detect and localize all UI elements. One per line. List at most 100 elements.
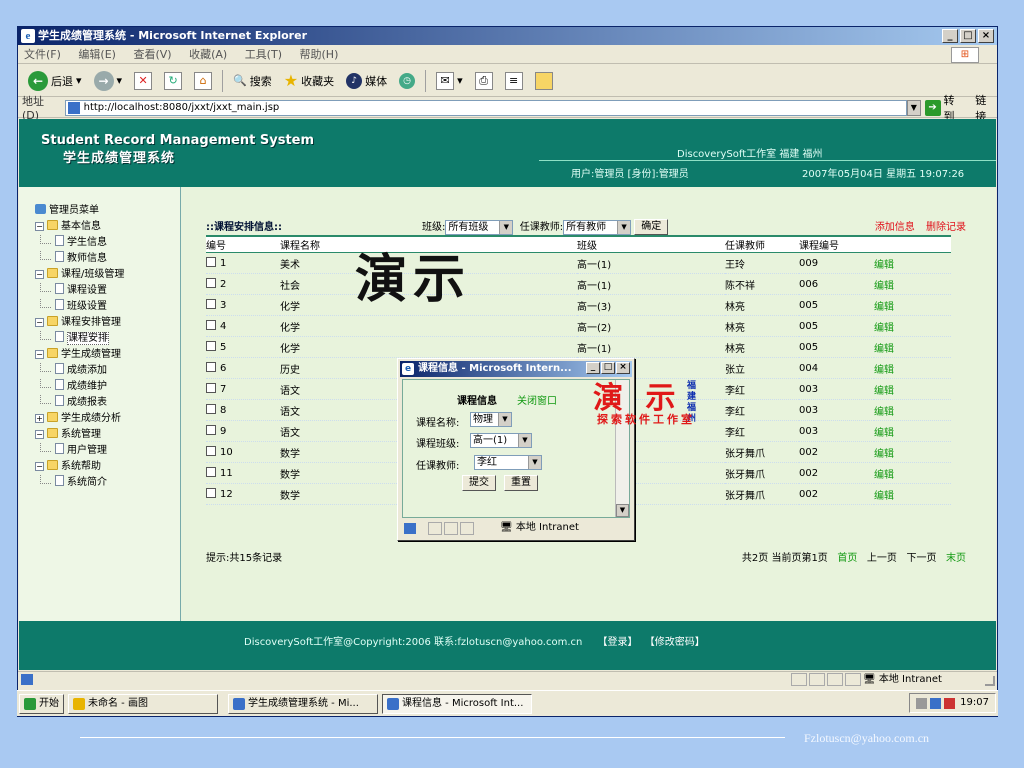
- tree-toggle-icon[interactable]: −: [35, 270, 44, 279]
- tree-toggle-icon[interactable]: −: [35, 350, 44, 359]
- menu-item[interactable]: 课程安排: [35, 331, 124, 347]
- filter-ok-button[interactable]: 确定: [634, 219, 669, 235]
- menu-favorites[interactable]: 收藏(A): [189, 48, 227, 61]
- cell-edit[interactable]: 编辑: [874, 483, 951, 505]
- start-button[interactable]: 开始: [19, 693, 64, 714]
- cell-edit-text[interactable]: 编辑: [874, 260, 894, 271]
- mail-button[interactable]: ✉ ▾: [432, 69, 467, 93]
- row-checkbox[interactable]: [206, 467, 216, 477]
- cell-edit[interactable]: 编辑: [874, 294, 951, 316]
- menu-item[interactable]: 成绩报表: [35, 395, 124, 411]
- search-button[interactable]: 🔍 搜索: [229, 69, 276, 93]
- forward-button[interactable]: → ▾: [90, 69, 127, 93]
- row-checkbox[interactable]: [206, 446, 216, 456]
- menu-group[interactable]: − 学生成绩管理: [35, 347, 124, 363]
- first-page-link[interactable]: 首页: [837, 553, 857, 564]
- cell-edit[interactable]: 编辑: [874, 420, 951, 442]
- last-page-link[interactable]: 末页: [946, 553, 966, 564]
- history-button[interactable]: ◷: [395, 69, 419, 93]
- row-checkbox[interactable]: [206, 257, 216, 267]
- volume-icon[interactable]: [944, 698, 956, 709]
- refresh-button[interactable]: ↻: [160, 69, 186, 93]
- menu-view[interactable]: 查看(V): [133, 48, 171, 61]
- cell-edit[interactable]: 编辑: [874, 462, 951, 484]
- course-name-select[interactable]: 物理 ▼: [470, 412, 512, 427]
- class-filter-select[interactable]: 所有班级 ▼: [445, 219, 514, 235]
- cell-edit[interactable]: 编辑: [874, 315, 951, 337]
- menu-item[interactable]: 课程设置: [35, 283, 124, 299]
- row-checkbox[interactable]: [206, 320, 216, 330]
- stop-button[interactable]: ✕: [130, 69, 156, 93]
- menu-tools[interactable]: 工具(T): [245, 48, 282, 61]
- menu-group[interactable]: − 课程/班级管理: [35, 267, 124, 283]
- resize-grip-icon[interactable]: [985, 676, 995, 686]
- prev-page-link[interactable]: 上一页: [867, 553, 897, 564]
- menu-file[interactable]: 文件(F): [24, 48, 61, 61]
- menu-root[interactable]: 管理员菜单: [35, 203, 124, 219]
- menu-item[interactable]: 班级设置: [35, 299, 124, 315]
- row-checkbox[interactable]: [206, 278, 216, 288]
- cell-edit-text[interactable]: 编辑: [874, 302, 894, 313]
- task-paint[interactable]: 未命名 - 画图: [68, 693, 218, 714]
- cell-edit-text[interactable]: 编辑: [874, 365, 894, 376]
- task-popup-window[interactable]: 课程信息 - Microsoft Int...: [382, 693, 532, 714]
- tree-toggle-icon[interactable]: −: [35, 318, 44, 327]
- row-checkbox[interactable]: [206, 362, 216, 372]
- keyboard-icon[interactable]: [916, 698, 928, 709]
- print-button[interactable]: ⎙: [471, 69, 497, 93]
- row-checkbox[interactable]: [206, 404, 216, 414]
- teacher-select[interactable]: 李红 ▼: [474, 455, 542, 470]
- menu-item[interactable]: 成绩添加: [35, 363, 124, 379]
- cell-edit[interactable]: 编辑: [874, 441, 951, 463]
- cell-edit[interactable]: 编辑: [874, 336, 951, 358]
- row-checkbox[interactable]: [206, 425, 216, 435]
- cell-edit-text[interactable]: 编辑: [874, 428, 894, 439]
- address-input[interactable]: http://localhost:8080/jxxt/jxxt_main.jsp: [64, 99, 907, 116]
- cell-edit[interactable]: 编辑: [874, 378, 951, 400]
- tree-toggle-icon[interactable]: −: [35, 430, 44, 439]
- close-button[interactable]: ×: [978, 29, 994, 43]
- menu-group[interactable]: + 学生成绩分析: [35, 411, 124, 427]
- folder-button[interactable]: [531, 69, 557, 93]
- cell-edit-text[interactable]: 编辑: [874, 449, 894, 460]
- add-info-link[interactable]: 添加信息: [875, 222, 915, 233]
- address-dropdown-icon[interactable]: ▼: [906, 99, 921, 116]
- teacher-filter-select[interactable]: 所有教师 ▼: [563, 219, 632, 235]
- menu-group[interactable]: − 系统帮助: [35, 459, 124, 475]
- course-class-select[interactable]: 高一(1) ▼: [470, 433, 532, 448]
- network-icon[interactable]: [930, 698, 942, 709]
- row-checkbox[interactable]: [206, 383, 216, 393]
- reset-button[interactable]: 重置: [504, 475, 538, 491]
- delete-record-link[interactable]: 删除记录: [926, 222, 966, 233]
- menu-item[interactable]: 学生信息: [35, 235, 124, 251]
- menu-help[interactable]: 帮助(H): [300, 48, 339, 61]
- next-page-link[interactable]: 下一页: [906, 553, 936, 564]
- close-window-link[interactable]: 关闭窗口: [517, 392, 557, 407]
- menu-item[interactable]: 教师信息: [35, 251, 124, 267]
- cell-edit[interactable]: 编辑: [874, 252, 951, 274]
- back-button[interactable]: ← 后退 ▾: [24, 69, 86, 93]
- cell-edit-text[interactable]: 编辑: [874, 344, 894, 355]
- submit-button[interactable]: 提交: [462, 475, 496, 491]
- menu-item[interactable]: 系统简介: [35, 475, 124, 491]
- cell-edit-text[interactable]: 编辑: [874, 323, 894, 334]
- menu-item[interactable]: 成绩维护: [35, 379, 124, 395]
- tree-toggle-icon[interactable]: +: [35, 414, 44, 423]
- minimize-button[interactable]: _: [942, 29, 958, 43]
- row-checkbox[interactable]: [206, 341, 216, 351]
- change-password-link[interactable]: 【修改密码】: [645, 637, 705, 648]
- go-arrow-icon[interactable]: ➔: [924, 99, 941, 116]
- login-link[interactable]: 【登录】: [598, 637, 638, 648]
- media-button[interactable]: ♪ 媒体: [342, 69, 391, 93]
- row-checkbox[interactable]: [206, 488, 216, 498]
- edit-page-button[interactable]: ≡: [501, 69, 527, 93]
- favorites-button[interactable]: ★ 收藏夹: [280, 69, 338, 93]
- maximize-button[interactable]: □: [960, 29, 976, 43]
- menu-group[interactable]: − 系统管理: [35, 427, 124, 443]
- cell-edit-text[interactable]: 编辑: [874, 470, 894, 481]
- cell-edit[interactable]: 编辑: [874, 399, 951, 421]
- cell-edit[interactable]: 编辑: [874, 273, 951, 295]
- tree-toggle-icon[interactable]: −: [35, 222, 44, 231]
- row-checkbox[interactable]: [206, 299, 216, 309]
- home-button[interactable]: ⌂: [190, 69, 216, 93]
